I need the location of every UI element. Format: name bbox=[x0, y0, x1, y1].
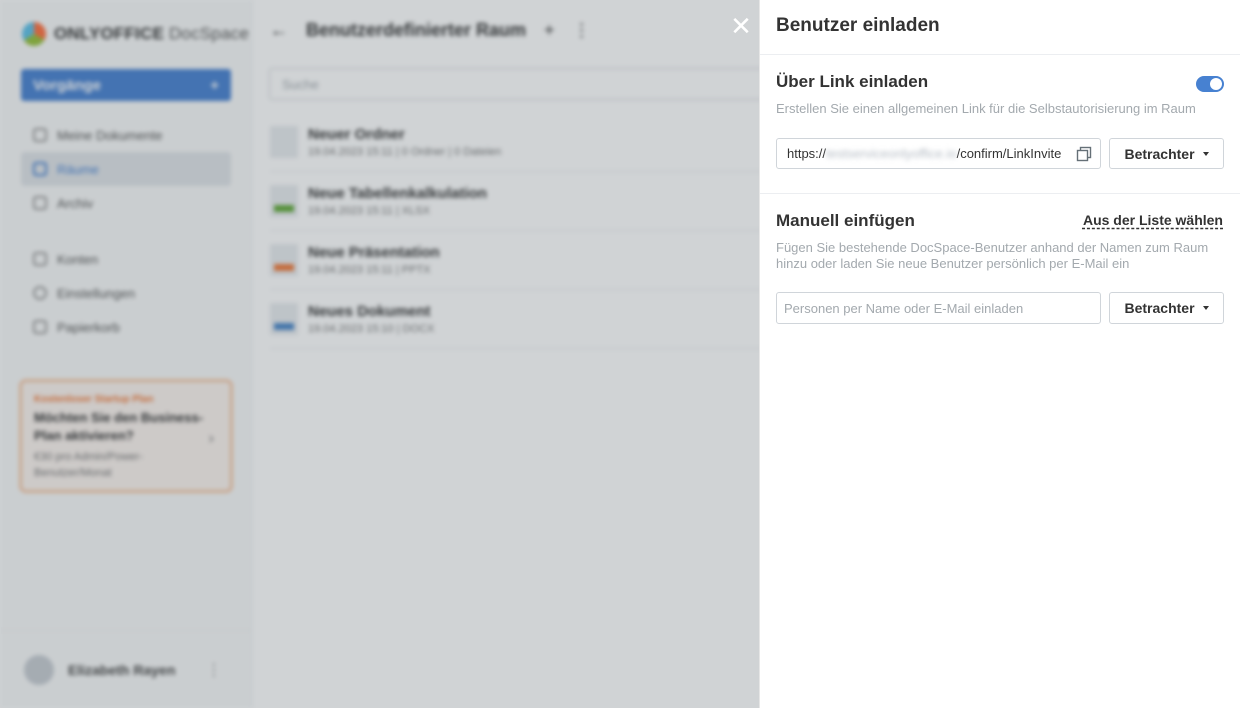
invite-people-input[interactable] bbox=[776, 292, 1101, 324]
manual-invite-description: Fügen Sie bestehende DocSpace-Benutzer a… bbox=[776, 240, 1209, 271]
copy-icon[interactable] bbox=[1076, 146, 1092, 162]
close-icon[interactable]: ✕ bbox=[729, 13, 753, 39]
chevron-down-icon bbox=[1202, 151, 1209, 156]
chevron-down-icon bbox=[1202, 306, 1209, 310]
invite-link-toggle[interactable] bbox=[1196, 76, 1224, 92]
link-host-blurred: testserviceonlyoffice.io bbox=[826, 146, 957, 161]
link-suffix: /confirm/LinkInvite bbox=[956, 146, 1062, 161]
toggle-knob bbox=[1210, 78, 1222, 90]
section-divider bbox=[760, 193, 1240, 194]
invite-users-panel: Benutzer einladen Über Link einladen Ers… bbox=[759, 0, 1240, 708]
pick-from-list-link[interactable]: Aus der Liste wählen bbox=[1083, 212, 1223, 228]
link-prefix: https:// bbox=[787, 146, 827, 161]
manual-invite-title: Manuell einfügen bbox=[776, 211, 915, 230]
invite-link-title: Über Link einladen bbox=[776, 72, 929, 91]
link-role-label: Betrachter bbox=[1124, 145, 1195, 162]
manual-role-dropdown[interactable]: Betrachter bbox=[1109, 292, 1224, 324]
invite-link-section: Über Link einladen Erstellen Sie einen a… bbox=[760, 0, 1240, 194]
invite-link-description: Erstellen Sie einen allgemeinen Link für… bbox=[776, 101, 1196, 116]
manual-role-label: Betrachter bbox=[1124, 300, 1195, 316]
invite-link-field[interactable]: https://testserviceonlyoffice.io/confirm… bbox=[776, 138, 1101, 169]
link-role-dropdown[interactable]: Betrachter bbox=[1109, 138, 1224, 169]
